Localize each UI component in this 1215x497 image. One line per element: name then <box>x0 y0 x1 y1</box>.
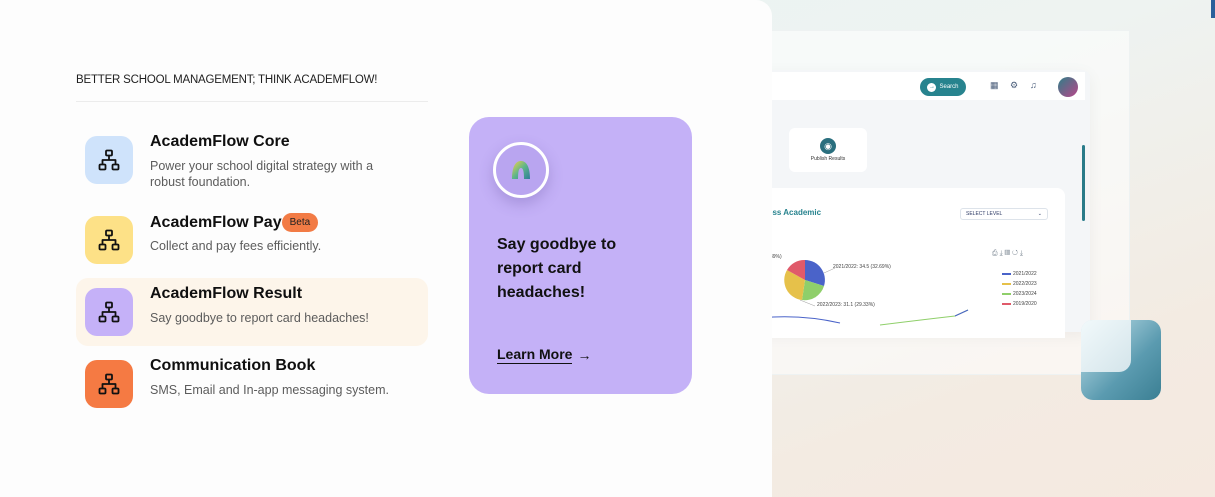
promo-text: Say goodbye to report card headaches! <box>497 236 617 301</box>
legend-item: 2019/2020 <box>1002 299 1037 309</box>
academic-progress-panel: ess Academic SELECT LEVEL ⌄ ⎙⤓▥↺⤓ 2021/2… <box>760 188 1065 338</box>
avatar[interactable] <box>1058 77 1078 97</box>
publish-results-card[interactable]: ◉ Publish Results <box>789 128 867 172</box>
dashboard-topbar: → Search ▦ ⚙ ♫ <box>760 72 1085 100</box>
trend-line <box>879 309 969 326</box>
menu-item-description: SMS, Email and In-app messaging system. <box>150 383 389 397</box>
apps-grid-icon[interactable]: ▦ <box>990 80 999 91</box>
dashboard-scrollbar[interactable] <box>1082 145 1085 221</box>
select-level-dropdown[interactable]: SELECT LEVEL ⌄ <box>960 208 1048 220</box>
menu-item-title-text: AcademFlow Pay <box>150 213 282 231</box>
menu-item-description: Say goodbye to report card headaches! <box>150 311 369 325</box>
dashboard-window: → Search ▦ ⚙ ♫ ◉ Publish Results ess Aca… <box>760 70 1090 338</box>
divider <box>76 101 428 102</box>
decorative-shape <box>1081 320 1131 372</box>
legend-item: 2022/2023 <box>1002 279 1037 289</box>
sitemap-icon <box>85 288 133 336</box>
dashboard-preview: → Search ▦ ⚙ ♫ ◉ Publish Results ess Aca… <box>760 0 1215 497</box>
menu-item-title: AcademFlow Pay Beta <box>150 213 319 232</box>
pie-chart <box>760 259 969 326</box>
academflow-logo <box>493 142 549 198</box>
select-level-value: SELECT LEVEL <box>966 211 1003 217</box>
search-button[interactable]: → Search <box>920 78 966 96</box>
learn-more-link[interactable]: Learn More → <box>497 346 591 364</box>
globe-icon: ◉ <box>820 138 836 154</box>
learn-more-label: Learn More <box>497 346 573 364</box>
menu-item-title: Communication Book <box>150 357 316 374</box>
menu-item-title: AcademFlow Core <box>150 133 290 150</box>
pie-slices <box>784 259 825 301</box>
page-scrollbar[interactable] <box>1211 0 1215 18</box>
panel-title: ess Academic <box>768 208 822 217</box>
menu-item-description: Power your school digital strategy with … <box>150 159 374 189</box>
gear-icon[interactable]: ⚙ <box>1010 80 1018 91</box>
beta-badge: Beta <box>281 213 319 232</box>
products-mega-menu: BETTER SCHOOL MANAGEMENT; THINK ACADEMFL… <box>0 0 772 497</box>
arrow-right-icon: → <box>577 347 592 363</box>
menu-item-academflow-core[interactable]: AcademFlow Core Power your school digita… <box>76 126 428 194</box>
promo-card: Say goodbye to report card headaches! Le… <box>469 117 692 394</box>
trend-line <box>760 316 841 324</box>
sitemap-icon <box>85 360 133 408</box>
arrow-right-icon: → <box>927 82 937 92</box>
pie-leader-line <box>799 299 816 307</box>
pie-label: 2022/2023: 31.1 (29.33%) <box>817 302 875 308</box>
menu-item-title: AcademFlow Result <box>150 285 303 302</box>
menu-item-description: Collect and pay fees efficiently. <box>150 239 322 253</box>
sitemap-icon <box>85 136 133 184</box>
menu-tagline: BETTER SCHOOL MANAGEMENT; THINK ACADEMFL… <box>76 74 378 86</box>
menu-item-academflow-pay[interactable]: AcademFlow Pay Beta Collect and pay fees… <box>76 206 428 274</box>
menu-item-communication-book[interactable]: Communication Book SMS, Email and In-app… <box>76 350 428 418</box>
pie-label: 2021/2022: 34.5 (32.69%) <box>833 264 891 270</box>
legend-item: 2021/2022 <box>1002 269 1037 279</box>
chevron-down-icon: ⌄ <box>1037 211 1042 217</box>
sitemap-icon <box>85 216 133 264</box>
menu-item-academflow-result[interactable]: AcademFlow Result Say goodbye to report … <box>76 278 428 346</box>
bell-icon[interactable]: ♫ <box>1030 80 1037 90</box>
trend-line <box>954 309 969 317</box>
chart-legend: 2021/2022 2022/2023 2023/2024 2019/2020 <box>1002 269 1037 309</box>
legend-item: 2023/2024 <box>1002 289 1037 299</box>
search-button-label: Search <box>939 84 959 90</box>
publish-results-label: Publish Results <box>810 156 846 162</box>
